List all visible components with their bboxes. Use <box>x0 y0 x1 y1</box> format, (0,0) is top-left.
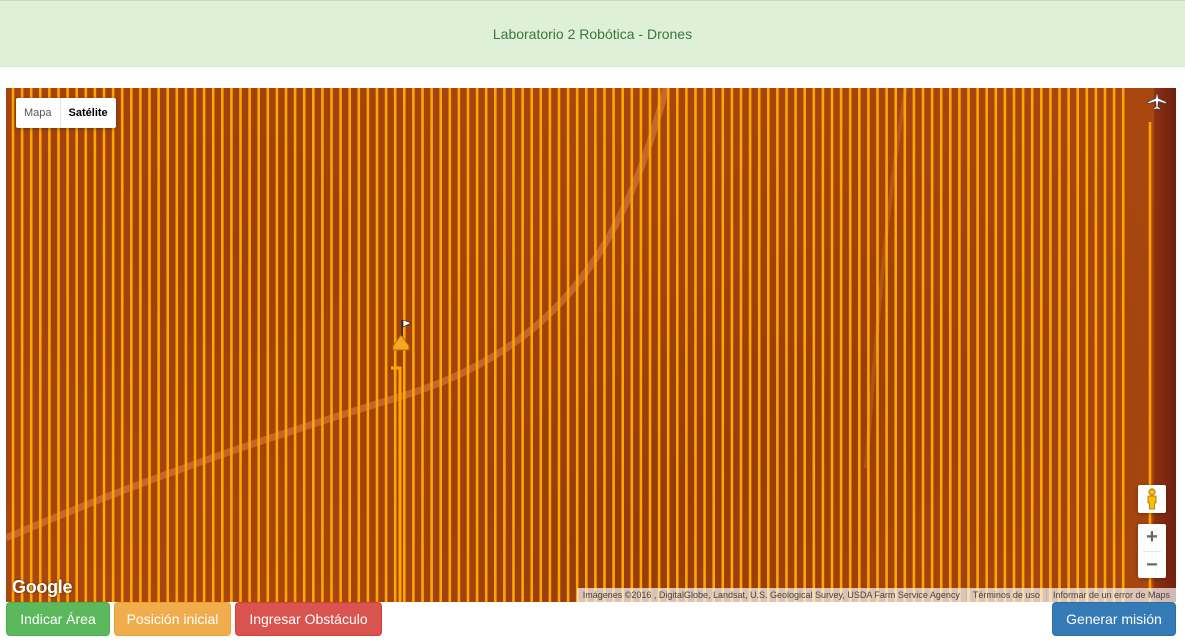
terms-link[interactable]: Términos de uso <box>965 588 1046 602</box>
map-type-satelite[interactable]: Satélite <box>59 98 116 128</box>
imagery-attribution: Imágenes ©2016 , DigitalGlobe, Landsat, … <box>582 590 960 600</box>
map-attribution: Imágenes ©2016 , DigitalGlobe, Landsat, … <box>576 588 1176 602</box>
zoom-control: + − <box>1138 524 1166 578</box>
indicate-area-button[interactable]: Indicar Área <box>6 602 110 636</box>
plane-icon <box>1147 91 1167 111</box>
zoom-out-button[interactable]: − <box>1138 552 1166 579</box>
map-type-control: Mapa Satélite <box>16 98 116 128</box>
flight-sweep-lines <box>11 88 1152 602</box>
add-obstacle-button[interactable]: Ingresar Obstáculo <box>235 602 382 636</box>
page-header: Laboratorio 2 Robótica - Drones <box>0 0 1185 67</box>
generate-mission-button[interactable]: Generar misión <box>1052 602 1176 636</box>
initial-position-button[interactable]: Posición inicial <box>114 602 231 636</box>
flight-path-overlay <box>6 88 1152 602</box>
map-type-mapa[interactable]: Mapa <box>16 98 60 128</box>
pegman-button[interactable] <box>1138 485 1166 513</box>
google-logo: Google <box>12 577 73 597</box>
zoom-in-button[interactable]: + <box>1138 524 1166 551</box>
page-title: Laboratorio 2 Robótica - Drones <box>492 25 693 42</box>
pegman-icon <box>1147 488 1157 510</box>
report-error-link[interactable]: Informar de un error de Maps <box>1045 588 1176 602</box>
map-canvas[interactable]: Mapa Satélite + − Google Imágenes ©2016 … <box>6 88 1176 602</box>
